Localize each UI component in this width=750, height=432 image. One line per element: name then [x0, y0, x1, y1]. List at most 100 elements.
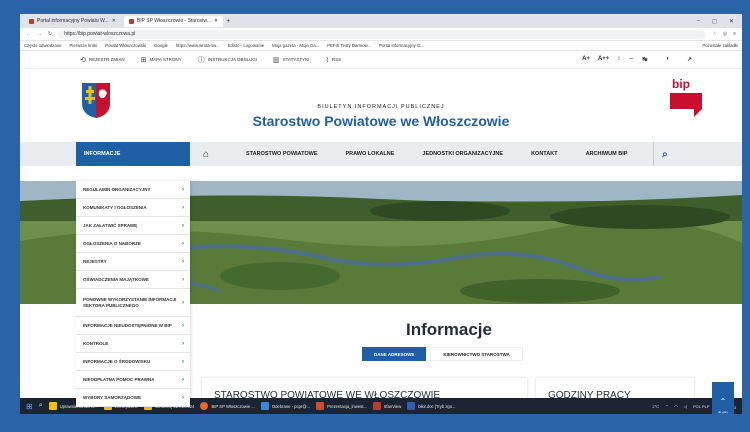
language-indicator[interactable]: POL PLP: [693, 404, 710, 409]
chevron-right-icon: ›: [182, 186, 184, 193]
changelog-link[interactable]: ⟲ REJESTR ZMIAN: [80, 56, 125, 64]
bookmark-item[interactable]: Często odwiedzane: [24, 43, 62, 48]
star-icon[interactable]: ☆: [712, 31, 716, 37]
close-icon[interactable]: ✕: [112, 18, 116, 24]
taskbar-app[interactable]: BIP SP Włoszczowie ...: [200, 402, 255, 410]
back-icon[interactable]: ←: [26, 31, 31, 37]
sidebar-item[interactable]: KOMUNIKATY I OGŁOSZENIA ›: [76, 199, 190, 217]
search-icon[interactable]: ⌕: [653, 142, 675, 166]
font-larger-button[interactable]: A+: [582, 56, 590, 63]
line-height-button[interactable]: ↕: [617, 56, 620, 63]
stats-link[interactable]: ▥ STATYSTYKI: [273, 56, 309, 64]
bookmark-item[interactable]: Moja gazeta - Moja Ga...: [272, 43, 319, 48]
nav-informacje[interactable]: INFORMACJE: [76, 142, 190, 166]
stats-label: STATYSTYKI: [282, 57, 310, 62]
info-tabs: DANE ADRESOWE KIEROWNICTWO STAROSTWA: [362, 347, 523, 361]
weather-temp[interactable]: 2°C: [652, 404, 659, 409]
page-content: REGULAMIN ORGANIZACYJNY › KOMUNIKATY I OG…: [20, 181, 742, 414]
site-title[interactable]: Starostwo Powiatowe we Włoszczowie: [20, 113, 742, 129]
nav-item-jednostki[interactable]: JEDNOSTKI ORGANIZACYJNE: [422, 151, 503, 157]
window-close-icon[interactable]: ✕: [729, 18, 734, 25]
nav-item-kontakt[interactable]: KONTAKT: [531, 151, 557, 157]
chevron-up-icon[interactable]: ⌃: [665, 404, 668, 409]
url-field[interactable]: https://bip.powiat-wloszczowa.pl: [58, 29, 707, 39]
scroll-top-label: do góry: [717, 409, 728, 414]
address-data-button[interactable]: DANE ADRESOWE: [362, 347, 427, 361]
sidebar-item-label: JAK ZAŁATWIĆ SPRAWĘ: [83, 222, 138, 228]
menu-icon[interactable]: ≡: [733, 31, 736, 37]
nav-item-archiwum[interactable]: ARCHIWUM BIP: [586, 151, 628, 157]
sidebar-item[interactable]: PONOWNE WYKORZYSTANIE INFORMACJI SEKTORA…: [76, 289, 190, 317]
bookmark-item[interactable]: Portal informacyjny G...: [379, 43, 424, 48]
accessibility-tools: A+ A++ ↕ ⇔ ↹ ◑ ↗: [582, 56, 742, 63]
forward-icon[interactable]: →: [37, 31, 42, 37]
sidebar-item[interactable]: OGŁOSZENIA O NABORZE ›: [76, 235, 190, 253]
browser-tab-active[interactable]: BIP SP Włoszczowie - Starostw... ✕: [123, 15, 224, 27]
network-icon[interactable]: ◠: [674, 404, 678, 409]
close-icon[interactable]: ✕: [214, 18, 218, 24]
nav-item-starostwo[interactable]: STAROSTWO POWIATOWE: [246, 151, 318, 157]
other-bookmarks[interactable]: Pozostałe zakładki: [702, 43, 738, 48]
letter-spacing-button[interactable]: ⇔: [628, 56, 634, 63]
browser-tab-bar: Portal informacyjny Powiatu W... ✕ BIP SP…: [20, 14, 742, 28]
sidebar-item-label: INFORMACJE O ŚRODOWISKU: [83, 358, 151, 364]
image-viewer-icon: [372, 402, 381, 410]
folder-icon: [48, 402, 57, 410]
home-icon[interactable]: ⌂: [194, 149, 218, 160]
bookmark-item[interactable]: https://www.wrota-sw...: [176, 43, 220, 48]
bip-logo[interactable]: bip: [668, 75, 704, 119]
rss-link[interactable]: ⌇ RSS: [325, 56, 341, 64]
sidebar-item[interactable]: REGULAMIN ORGANIZACYJNY ›: [76, 181, 190, 199]
presentation-icon: [316, 402, 325, 410]
extensions-icon[interactable]: ◎: [723, 31, 727, 37]
windows-start-icon[interactable]: ⊞: [26, 402, 33, 411]
taskbar-app-label: bikir.doc [Tryb zgo...: [418, 403, 456, 409]
nav-item-prawo[interactable]: PRAWO LOKALNE: [346, 151, 395, 157]
sidebar-item[interactable]: INFORMACJE O ŚRODOWISKU ›: [76, 353, 190, 371]
sidebar-item[interactable]: KONTROLE ›: [76, 335, 190, 353]
sidebar-item[interactable]: WYBORY SAMORZĄDOWE ›: [76, 389, 190, 407]
new-tab-icon[interactable]: +: [226, 18, 230, 25]
contrast-icon[interactable]: ◑: [665, 56, 669, 63]
sidebar-item-label: REGULAMIN ORGANIZACYJNY: [83, 186, 151, 192]
scroll-top-button[interactable]: ⌃ do góry: [712, 382, 734, 414]
favicon-icon: [128, 18, 134, 24]
sidebar-item-label: OGŁOSZENIA O NABORZE: [83, 240, 141, 246]
volume-icon[interactable]: ◁: [684, 404, 687, 409]
sidebar-item[interactable]: JAK ZAŁATWIĆ SPRAWĘ ›: [76, 217, 190, 235]
bookmark-item[interactable]: Google: [154, 43, 168, 48]
address-bar-row: ← → ↻ https://bip.powiat-wloszczowa.pl ☆…: [20, 28, 742, 41]
site-subtitle: BIULETYN INFORMACJI PUBLICZNEJ: [317, 104, 445, 110]
cursor-icon[interactable]: ↗: [687, 56, 692, 63]
reload-icon[interactable]: ↻: [48, 31, 52, 37]
browser-tab[interactable]: Portal informacyjny Powiatu W... ✕: [24, 16, 121, 27]
taskbar-app[interactable]: Prezentacja_inwest...: [316, 402, 367, 410]
minimize-icon[interactable]: –: [697, 18, 700, 25]
management-button[interactable]: KIEROWNICTWO STAROSTWA: [430, 347, 523, 361]
taskbar-search-icon[interactable]: ⌕: [39, 402, 43, 410]
history-icon: ⟲: [80, 56, 86, 64]
sidebar-item[interactable]: NIEODPŁATNA POMOC PRAWNA ›: [76, 371, 190, 389]
maximize-icon[interactable]: ◻: [712, 18, 717, 25]
bookmark-item[interactable]: Edisto - Logowanie: [228, 43, 265, 48]
url-text: https://bip.powiat-wloszczowa.pl: [64, 31, 136, 37]
browser-window: Portal informacyjny Powiatu W... ✕ BIP SP…: [20, 14, 742, 414]
taskbar-app[interactable]: bikir.doc [Tryb zgo...: [407, 402, 456, 410]
favicon-icon: [29, 18, 34, 24]
sitemap-link[interactable]: ⊞ MAPA STRONY: [141, 56, 182, 64]
chevron-right-icon: ›: [182, 340, 184, 347]
sitemap-icon: ⊞: [140, 56, 147, 64]
sidebar-item[interactable]: INFORMACJE NIEUDOSTĘPNIONE W BIP ›: [76, 317, 190, 335]
bookmark-item[interactable]: Powiat Włoszczowski: [105, 43, 146, 48]
bookmark-item[interactable]: Pierwsze kroki: [70, 43, 98, 48]
manual-link[interactable]: ⓘ INSTRUKCJA OBSŁUGI: [198, 55, 257, 65]
word-spacing-button[interactable]: ↹: [642, 56, 647, 63]
sidebar-item-label: WYBORY SAMORZĄDOWE: [83, 394, 141, 400]
taskbar-app-label: IrfanView: [383, 403, 402, 409]
sidebar-item[interactable]: OŚWIADCZENIA MAJĄTKOWE ›: [76, 271, 190, 289]
sidebar-item[interactable]: REJESTRY ›: [76, 253, 190, 271]
font-largest-button[interactable]: A++: [598, 56, 609, 63]
taskbar-app[interactable]: Odebrane - pcpr@...: [260, 402, 310, 410]
taskbar-app[interactable]: IrfanView: [372, 402, 402, 410]
bookmark-item[interactable]: PEFiS Testy Darmow...: [327, 43, 371, 48]
